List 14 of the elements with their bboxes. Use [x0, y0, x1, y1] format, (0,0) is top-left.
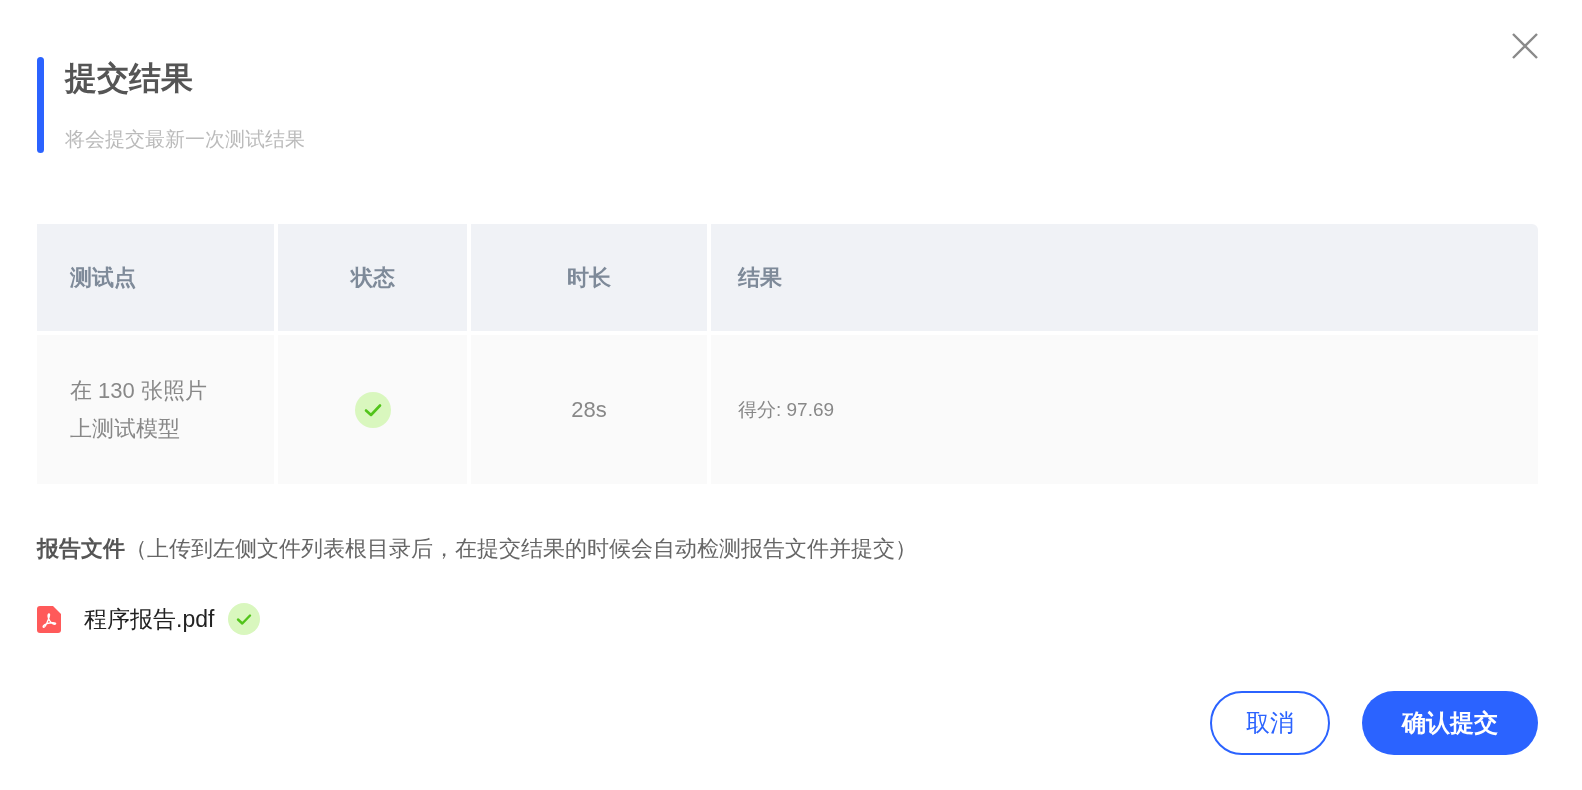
dialog-title: 提交结果 [65, 59, 193, 98]
test-point-text: 在 130 张照片上测试模型 [70, 376, 208, 443]
file-name[interactable]: 程序报告.pdf [84, 603, 215, 635]
column-header: 结果 [711, 224, 1538, 331]
table-cell: 得分: 97.69 [711, 335, 1538, 484]
column-header: 测试点 [37, 224, 274, 331]
column-header: 时长 [471, 224, 707, 331]
confirm-button[interactable]: 确认提交 [1362, 691, 1538, 755]
cancel-button[interactable]: 取消 [1210, 691, 1330, 755]
column-header: 状态 [278, 224, 467, 331]
report-note: 报告文件（上传到左侧文件列表根目录后，在提交结果的时候会自动检测报告文件并提交） [37, 535, 918, 563]
table-cell: 28s [471, 335, 707, 484]
pdf-file-icon [37, 605, 61, 633]
dialog-subtitle: 将会提交最新一次测试结果 [65, 127, 305, 152]
